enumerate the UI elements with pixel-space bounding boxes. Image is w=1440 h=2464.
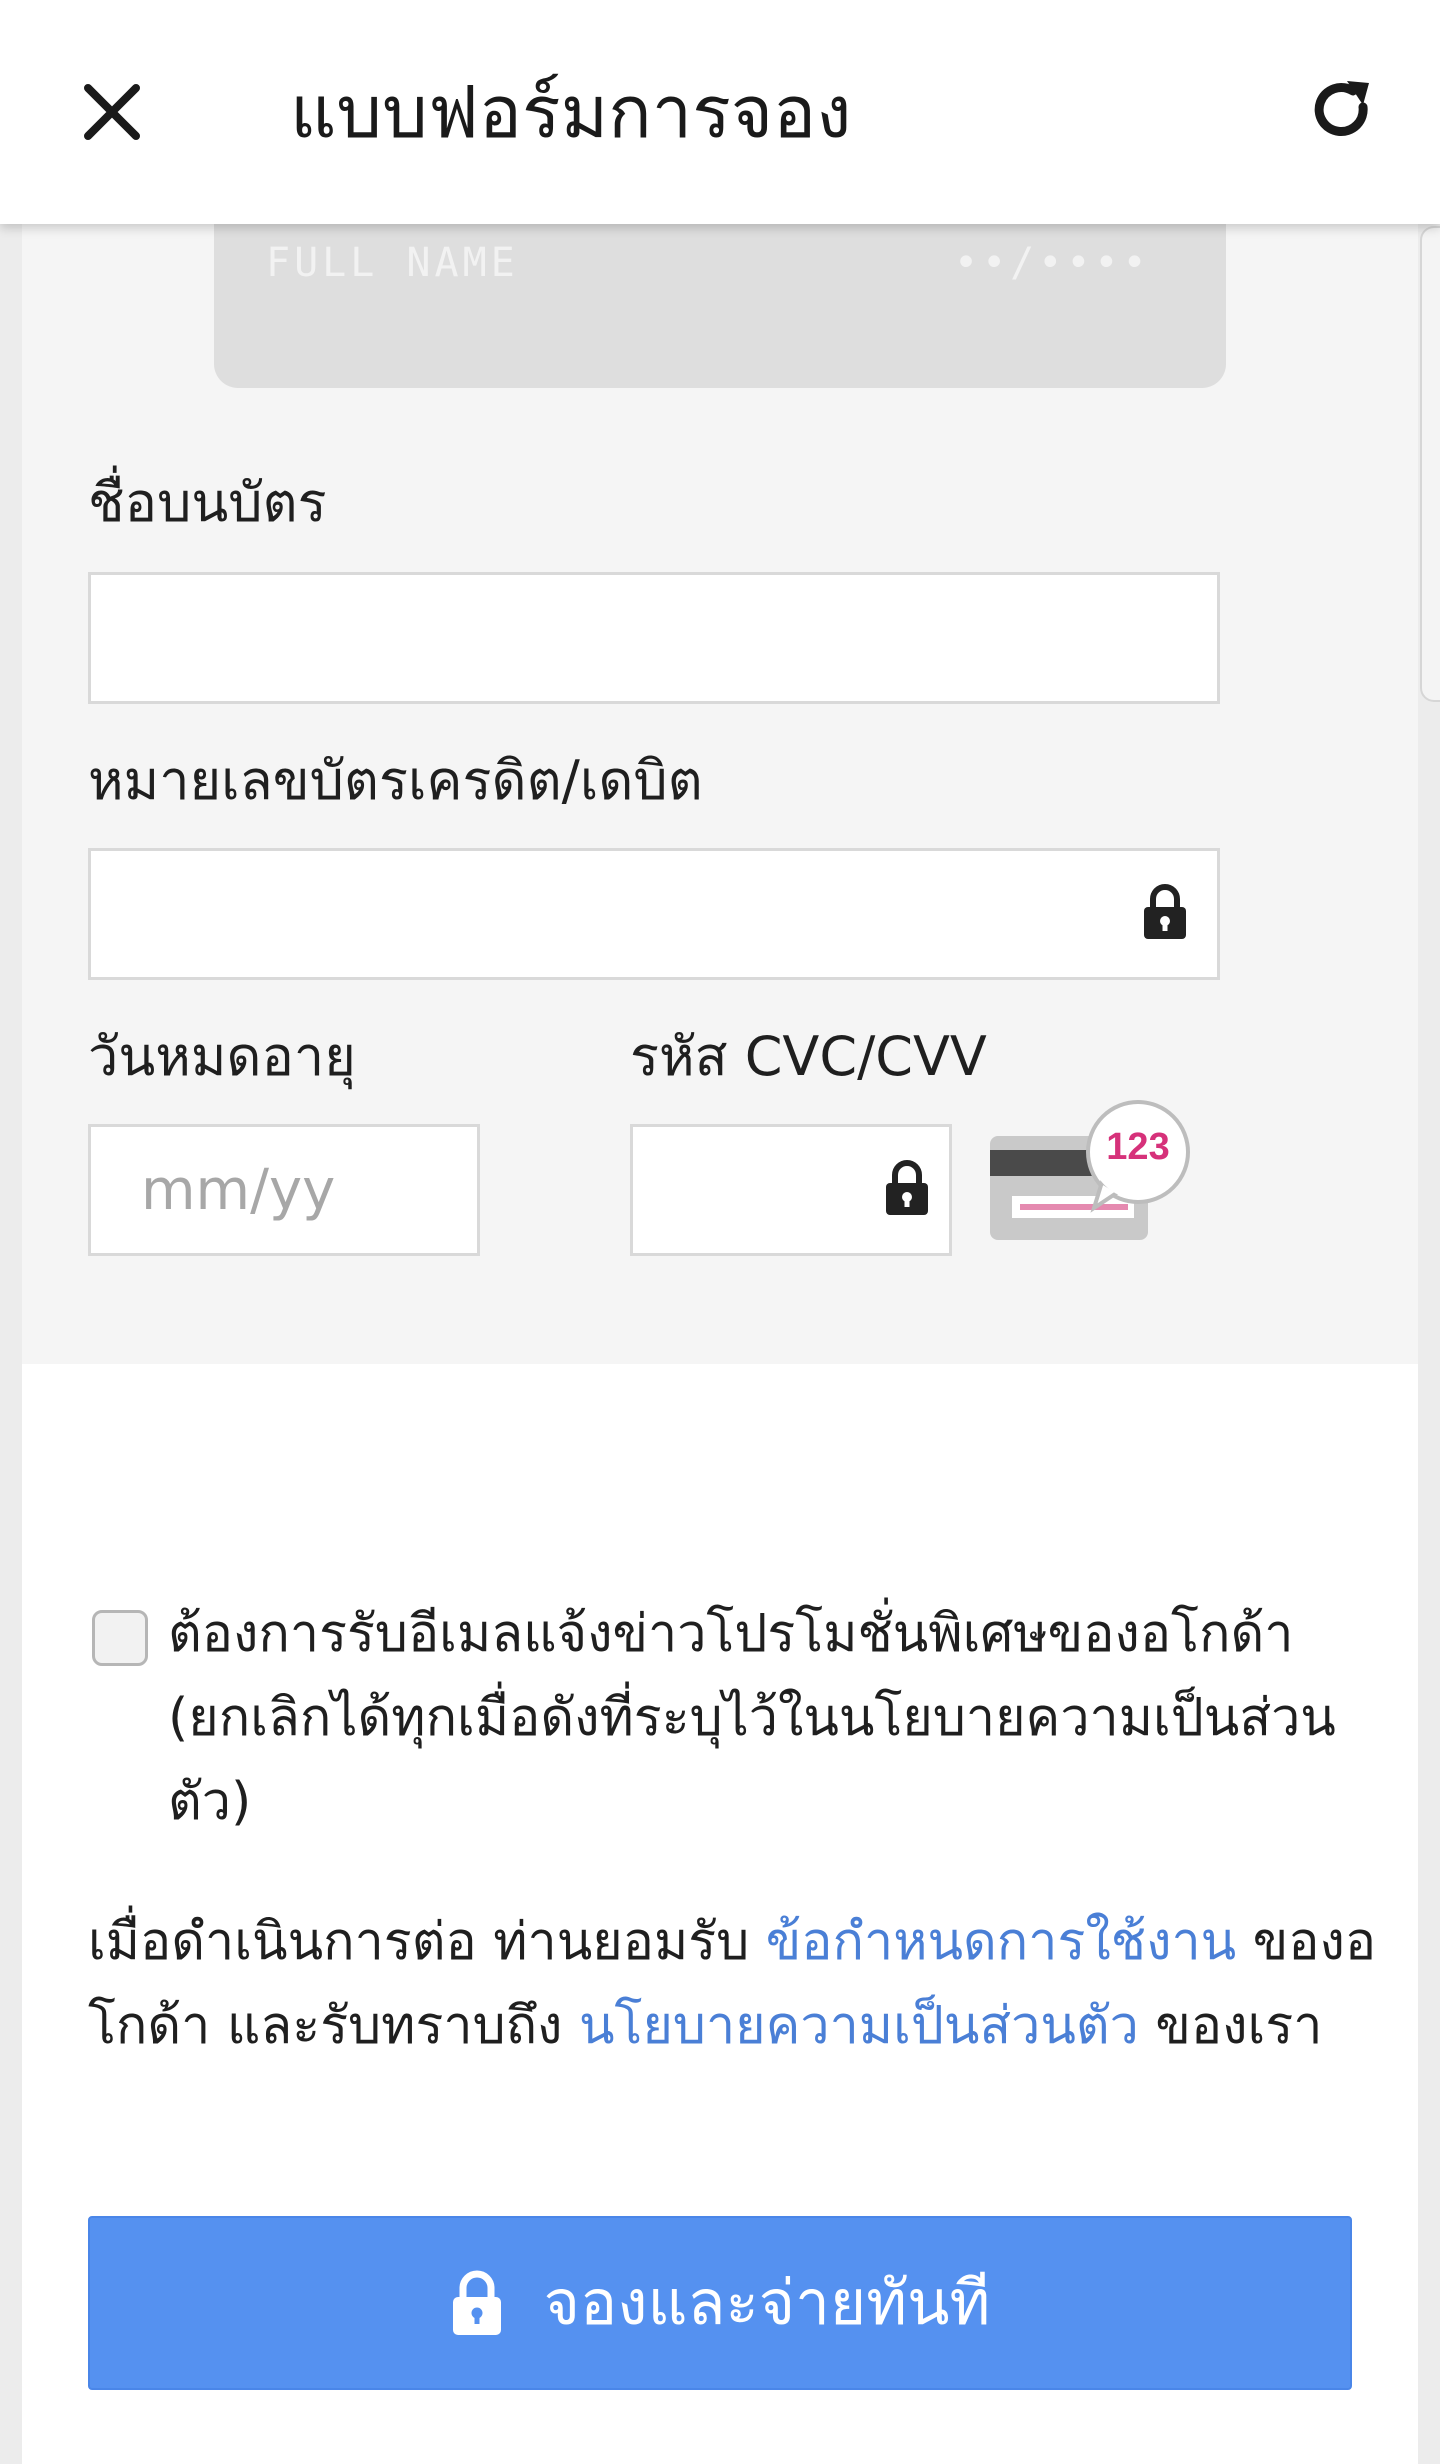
lock-icon: [883, 1159, 931, 1221]
cvc-input[interactable]: [630, 1124, 952, 1256]
card-preview-name: FULL NAME: [266, 240, 519, 286]
promo-email-checkbox[interactable]: [92, 1610, 148, 1666]
card-number-input[interactable]: [88, 848, 1220, 980]
cvc-label: รหัส CVC/CVV: [630, 1025, 987, 1088]
expiry-label: วันหมดอายุ: [88, 1025, 356, 1088]
top-bar: แบบฟอร์มการจอง: [0, 0, 1440, 224]
cvc-hint-illustration: 123: [990, 1098, 1194, 1242]
card-preview: FULL NAME ••/••••: [214, 200, 1226, 388]
credit-card-back-icon: [990, 1100, 1190, 1240]
name-on-card-input[interactable]: [88, 572, 1220, 704]
lock-icon: [1141, 883, 1189, 945]
cvc-hint-number: 123: [1106, 1126, 1170, 1168]
scroll-handle[interactable]: [1420, 226, 1440, 702]
terms-notice: เมื่อดำเนินการต่อ ท่านยอมรับ ข้อกำหนดการ…: [88, 1900, 1378, 2068]
privacy-policy-link[interactable]: นโยบายความเป็นส่วนตัว: [579, 1996, 1139, 2056]
close-button[interactable]: [70, 70, 154, 154]
expiry-input[interactable]: mm/yy: [88, 1124, 480, 1256]
lock-icon: [452, 2270, 501, 2335]
name-on-card-label: ชื่อบนบัตร: [88, 471, 327, 534]
page-title: แบบฟอร์มการจอง: [290, 70, 852, 154]
page-edge-left: [0, 224, 22, 2464]
terms-prefix: เมื่อดำเนินการต่อ ท่านยอมรับ: [88, 1912, 766, 1972]
terms-suffix: ของเรา: [1138, 1996, 1323, 2056]
terms-of-use-link[interactable]: ข้อกำหนดการใช้งาน: [766, 1912, 1237, 1972]
close-icon: [84, 84, 140, 140]
expiry-placeholder: mm/yy: [141, 1157, 336, 1223]
book-and-pay-label: จองและจ่ายทันที: [543, 2266, 991, 2339]
card-number-label: หมายเลขบัตรเครดิต/เดบิต: [88, 749, 703, 812]
refresh-icon: [1314, 81, 1369, 136]
promo-email-consent-text: ต้องการรับอีเมลแจ้งข่าวโปรโมชั่นพิเศษของ…: [168, 1604, 1336, 1832]
refresh-button[interactable]: [1300, 70, 1384, 154]
card-preview-expiry: ••/••••: [954, 240, 1151, 286]
book-and-pay-button[interactable]: จองและจ่ายทันที: [88, 2216, 1352, 2390]
